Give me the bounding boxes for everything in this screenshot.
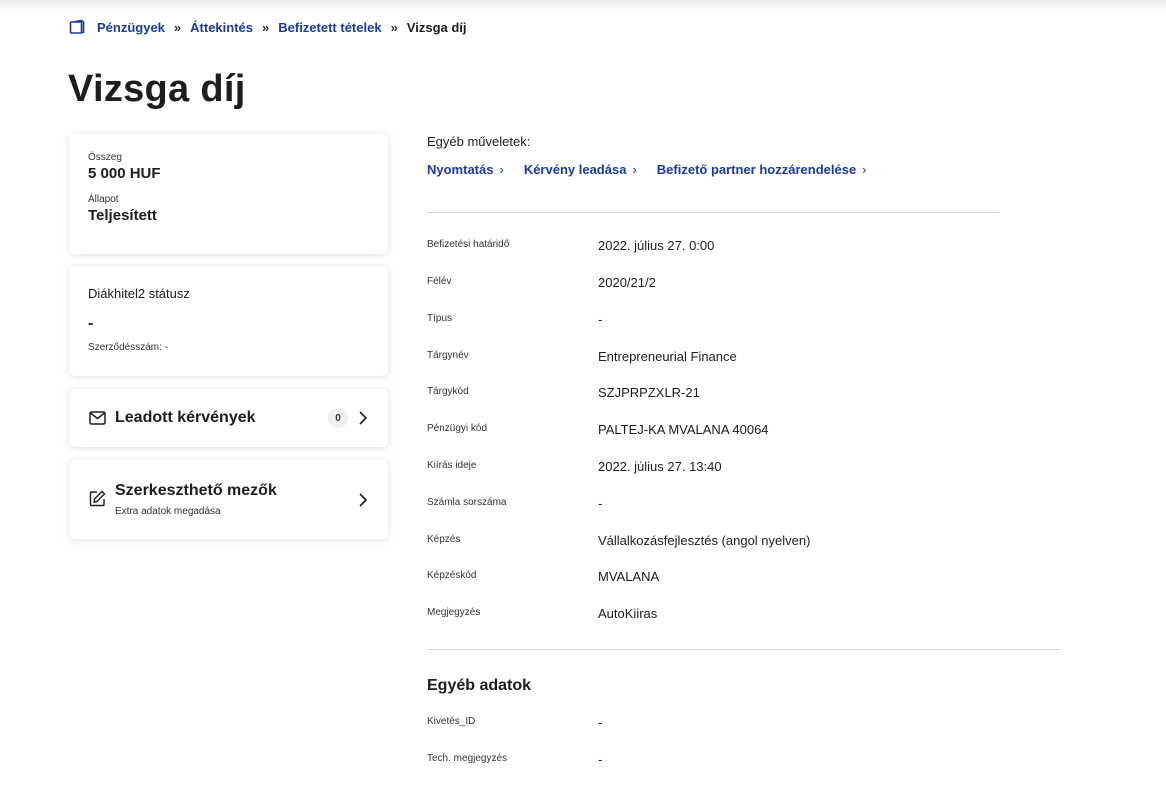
detail-label: Kiírás ideje <box>427 460 477 471</box>
amount-value: 5 000 HUF <box>88 165 161 182</box>
editable-fields-text: Szerkeszthető mezők Extra adatok megadás… <box>115 482 358 517</box>
detail-label: Befizetési határidő <box>427 239 510 250</box>
detail-label: Pénzügyi kód <box>427 423 488 434</box>
detail-value: 2020/21/2 <box>598 275 656 290</box>
breadcrumb-separator: » <box>173 19 182 35</box>
chevron-right-icon: › <box>862 162 867 177</box>
divider <box>427 212 999 213</box>
amount-card: Összeg 5 000 HUF Állapot Teljesített <box>69 134 388 254</box>
top-shadow <box>0 0 1166 12</box>
detail-value: PALTEJ-KA MVALANA 40064 <box>598 422 769 437</box>
editable-fields-sub: Extra adatok megadása <box>115 506 221 517</box>
detail-label: Képzéskód <box>427 570 477 581</box>
detail-label: Tárgynév <box>427 350 469 361</box>
student-loan-status: - <box>88 315 94 332</box>
operations-bar: Nyomtatás › Kérvény leadása › Befizető par… <box>427 162 887 177</box>
breadcrumb: Pénzügyek » Áttekintés » Befizetett téte… <box>69 17 467 37</box>
amount-label: Összeg <box>88 152 122 163</box>
detail-value: - <box>598 312 603 327</box>
student-loan-title: Diákhitel2 státusz <box>88 286 190 301</box>
detail-value: Vállalkozásfejlesztés (angol nyelven) <box>598 533 811 548</box>
detail-value: - <box>598 715 603 730</box>
chevron-right-icon <box>359 411 368 425</box>
submitted-requests-label: Leadott kérvények <box>115 409 256 426</box>
editable-fields-label: Szerkeszthető mezők <box>115 482 277 499</box>
submit-request-link[interactable]: Kérvény leadása › <box>524 162 637 177</box>
detail-label: Megjegyzés <box>427 607 481 618</box>
detail-label: Félév <box>427 276 452 287</box>
submitted-requests-card[interactable]: Leadott kérvények 0 <box>69 389 388 447</box>
detail-label: Képzés <box>427 534 461 545</box>
divider <box>427 649 1061 650</box>
detail-value: AutoKiiras <box>598 606 658 621</box>
student-loan-card: Diákhitel2 státusz - Szerződésszám: - <box>69 266 388 376</box>
breadcrumb-separator: » <box>262 19 270 35</box>
detail-label: Típus <box>427 313 453 324</box>
contract-number: Szerződésszám: - <box>88 342 169 353</box>
page-title: Vizsga díj <box>68 68 246 110</box>
envelope-icon <box>89 411 106 425</box>
submit-request-label: Kérvény leadása <box>523 162 627 177</box>
edit-icon <box>89 490 106 507</box>
breadcrumb-current: Vizsga díj <box>406 19 467 35</box>
breadcrumb-item-paid-items[interactable]: Befizetett tételek <box>278 20 381 35</box>
status-label: Állapot <box>88 194 119 205</box>
detail-label: Tárgykód <box>427 386 469 397</box>
breadcrumb-item-finances[interactable]: Pénzügyek <box>97 20 165 35</box>
chevron-right-icon <box>359 492 368 507</box>
chevron-right-icon: › <box>499 162 504 177</box>
editable-fields-card[interactable]: Szerkeszthető mezők Extra adatok megadás… <box>69 460 388 539</box>
detail-value: Entrepreneurial Finance <box>598 349 737 364</box>
detail-value: 2022. július 27. 13:40 <box>598 459 722 474</box>
breadcrumb-separator: » <box>390 19 398 35</box>
print-link-label: Nyomtatás <box>427 162 494 177</box>
other-operations-label: Egyéb műveletek: <box>427 134 531 149</box>
detail-value: MVALANA <box>598 569 660 584</box>
other-data-title: Egyéb adatok <box>427 677 532 694</box>
detail-label: Kivetés_ID <box>427 716 476 727</box>
print-link[interactable]: Nyomtatás › <box>427 162 504 177</box>
detail-value: SZJPRPZXLR-21 <box>598 385 700 400</box>
chevron-right-icon: › <box>632 162 637 177</box>
assign-payer-partner-link[interactable]: Befizető partner hozzárendelése › <box>657 162 867 177</box>
finance-icon <box>69 19 85 34</box>
detail-label: Tech. megjegyzés <box>427 753 508 764</box>
assign-payer-partner-label: Befizető partner hozzárendelése <box>656 162 857 177</box>
status-value: Teljesített <box>88 207 157 224</box>
detail-value: - <box>598 752 603 767</box>
detail-value: - <box>598 496 603 511</box>
breadcrumb-item-overview[interactable]: Áttekintés <box>190 20 253 35</box>
detail-value: 2022. július 27. 0:00 <box>598 238 715 253</box>
detail-label: Számla sorszáma <box>427 497 507 508</box>
requests-count-badge: 0 <box>328 408 348 428</box>
